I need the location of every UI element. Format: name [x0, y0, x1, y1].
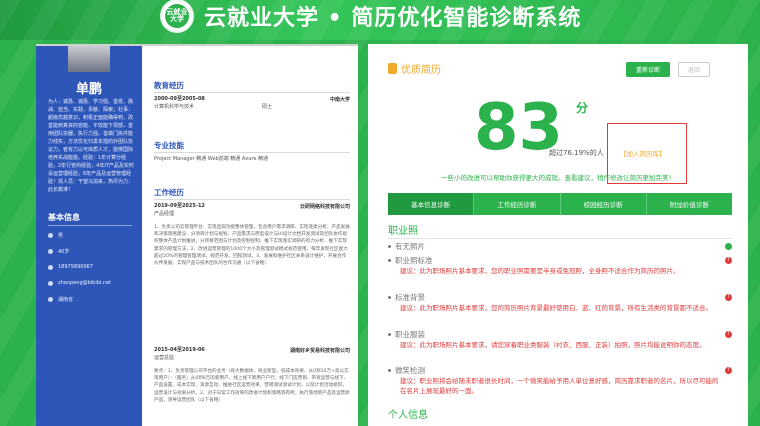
education-divider: [154, 92, 350, 93]
tab-work-experience[interactable]: 工作经历诊断: [474, 193, 561, 215]
thumbs-up-icon: [388, 63, 397, 74]
check-error-icon: !: [725, 257, 732, 264]
phone-info: 18975890067: [48, 264, 93, 270]
improvement-tip: 一些小的改进可以帮助你获得更大的成就。查看建议，稍作修改让简历更加完美！: [441, 174, 675, 182]
university-logo: 云就业大学: [160, 0, 194, 33]
resume-sidebar: 单鹏 为人：诚恳、诚恳、学习强、善低、挑战、担当、实践、责献、探索；社事：超级优…: [36, 46, 142, 426]
diagnosis-title: 优质简历: [401, 65, 441, 76]
calendar-icon: [48, 249, 53, 254]
work-2-role: 运营总监: [154, 355, 175, 361]
score-unit: 分: [576, 101, 589, 115]
logo-text: 云就业大学: [165, 4, 189, 28]
diagnosis-header: 优质简历 重新诊断 退回: [368, 44, 748, 90]
check-ok-icon: [725, 243, 732, 250]
check-attire: 职业服装: [388, 329, 732, 340]
edu-school: 中南大学: [329, 97, 350, 103]
work-1-company: 云研网络科技有限公司: [299, 204, 350, 210]
return-button[interactable]: 退回: [678, 62, 710, 77]
work-2-company: 湖南好乡贸易科技有限公司: [289, 348, 350, 354]
work-heading: 工作经历: [154, 188, 184, 197]
resume-preview[interactable]: 单鹏 为人：诚恳、诚恳、学习强、善低、挑战、担当、实践、责献、探索；社事：超级优…: [36, 44, 358, 426]
skills-divider: [154, 152, 350, 153]
work-divider: [154, 199, 350, 200]
check-error-icon: !: [725, 367, 732, 374]
work-1-desc: 1、负责公司云管理平台、实现直观功能整体管理，包含用户需求调研、实现逐类分析、产…: [154, 225, 350, 267]
location-info: 湖南省: [48, 296, 73, 303]
check-error-icon: !: [725, 331, 732, 338]
basic-info-heading: 基本信息: [48, 213, 80, 222]
advice-smile: 建议：职业照将会给随未职者很长时间，一个微笑能给予用人单位意好感，简历靠求职者的…: [400, 377, 719, 395]
advice-attire: 建议：此为职场照片基本要求，请您穿着职业类服装（衬衣、西服、正装）拍照，照片均能…: [400, 341, 706, 349]
edu-degree: 硕士: [262, 104, 273, 110]
mail-icon: [48, 280, 53, 286]
app-header: 云就业大学 云就业大学 • 简历优化智能诊断系统: [160, 0, 581, 36]
phone-icon: [48, 264, 53, 270]
age-info: 40岁: [48, 248, 69, 255]
tab-campus-experience[interactable]: 校园经历诊断: [561, 193, 647, 215]
check-error-icon: !: [725, 294, 732, 301]
skills-text: Project Manager 精通 Web前端 精通 Axure 精通: [154, 156, 269, 162]
tab-basic-info[interactable]: 基本信息诊断: [388, 193, 475, 215]
check-background: 标准背景: [388, 292, 732, 303]
page-title: 云就业大学 • 简历优化智能诊断系统: [204, 6, 582, 31]
diagnosis-panel: 优质简历 重新诊断 退回 83 分 超过76.19%的人 【加入简历库】 一些小…: [368, 44, 748, 426]
edu-dates: 2000-09至2005-08: [154, 96, 205, 102]
check-smile: 微笑检测: [388, 365, 732, 376]
photo-section-title: 职业照: [388, 226, 418, 237]
advice-photo-standard: 建议：此为职场照片基本要求，您的职业照需要是半身或免冠照，全身照不适合作为简历的…: [400, 267, 680, 275]
person-icon: [48, 233, 53, 238]
diagnosis-tabs: 基本信息诊断 工作经历诊断 校园经历诊断 附加价值诊断: [388, 193, 732, 215]
beat-percentage: 超过76.19%的人: [549, 149, 604, 157]
skills-heading: 专业技能: [154, 141, 184, 150]
resume-photo: [68, 46, 110, 72]
basic-info-divider: [48, 225, 132, 226]
personal-info-section-title: 个人信息: [388, 410, 428, 421]
resume-name: 单鹏: [75, 82, 102, 97]
work-2-desc: 要点：1、负责管理公司平台的业务（商大数据体、商业新型，低成本效果、从0到10万…: [154, 369, 350, 403]
rediagnose-button[interactable]: 重新诊断: [626, 62, 670, 77]
tab-added-value[interactable]: 附加价值诊断: [647, 193, 732, 215]
education-heading: 教育经历: [154, 81, 184, 90]
check-photo-standard: 职业照标准: [388, 255, 732, 266]
advice-background: 建议：此为职场照片基本要求，您的简历照片背景最好使用白、蓝、红的背景，所有生活类…: [400, 304, 712, 312]
work-1-role: 产品经理: [154, 211, 175, 217]
photo-section-divider: [388, 238, 732, 239]
check-has-photo: 有无照片: [388, 241, 732, 252]
resume-main: 教育经历 2000-09至2005-08 中南大学 计算机科学与技术 硕士 专业…: [154, 46, 350, 426]
email-info: zhanpeng@bibibi.net: [48, 280, 111, 286]
location-icon: [48, 297, 53, 302]
gender-info: 男: [48, 232, 63, 239]
resume-intro: 为人：诚恳、诚恳、学习强、善低、挑战、担当、实践、责献、探索；社事：超级优越意识…: [48, 99, 134, 193]
